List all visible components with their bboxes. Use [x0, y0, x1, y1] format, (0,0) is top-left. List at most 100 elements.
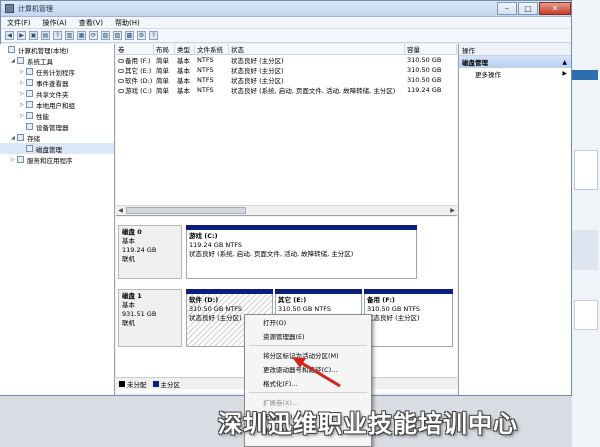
- window-title: 计算机管理: [18, 4, 53, 13]
- partition-bar: [364, 289, 453, 294]
- maximize-button[interactable]: □: [518, 2, 538, 15]
- tree-item[interactable]: ▷ 任务计划程序: [0, 66, 114, 77]
- tree-item[interactable]: 磁盘管理: [0, 143, 114, 154]
- partition-name: 备用 (F:): [367, 296, 395, 304]
- disk-label[interactable]: 磁盘 1 基本 931.51 GB 联机: [118, 289, 182, 347]
- unallocated-swatch: [119, 380, 125, 387]
- tree-item[interactable]: 计算机管理(本地): [0, 44, 114, 55]
- horizontal-scrollbar[interactable]: ◀ ▶: [116, 205, 457, 215]
- close-button[interactable]: ✕: [539, 2, 571, 15]
- collapse-icon[interactable]: ▲: [562, 59, 567, 66]
- tree-node-icon: [26, 101, 33, 108]
- tree-node-icon: [26, 68, 33, 75]
- table-cell: 基本: [177, 57, 190, 65]
- action-icon[interactable]: ▨: [113, 31, 122, 40]
- up-folder-icon[interactable]: ▣: [29, 31, 38, 40]
- properties-icon[interactable]: ▦: [77, 31, 86, 40]
- partition-c[interactable]: 游戏 (C:) 119.24 GB NTFS 状态良好 (系统, 启动, 页面文…: [186, 225, 417, 279]
- table-cell: NTFS: [197, 86, 214, 94]
- actions-section-label: 磁盘管理: [462, 59, 488, 67]
- menu-item[interactable]: 文件(F): [7, 18, 31, 28]
- table-cell: 软件 (D:): [116, 75, 154, 85]
- forward-icon[interactable]: ▶: [17, 31, 26, 40]
- column-header[interactable]: 卷: [116, 44, 154, 54]
- column-header[interactable]: 容量: [405, 44, 457, 54]
- tree-item[interactable]: 设备管理器: [0, 121, 114, 132]
- volume-list: 卷布局 类型 文件系统 状态 容量 备用 (F:) 简单 基本 NTFS 状态良好 (主分区) 3…: [116, 44, 457, 216]
- menu-item[interactable]: 帮助(H): [115, 18, 140, 28]
- tree-item-label: 本地用户和组: [36, 101, 75, 110]
- settings-icon[interactable]: ⚙: [137, 31, 146, 40]
- tree-node-icon: [17, 156, 24, 163]
- partition-state: 状态良好 (系统, 启动, 页面文件, 活动, 故障转储, 主分区): [189, 250, 354, 258]
- partition-name: 游戏 (C:): [189, 232, 218, 240]
- console-icon[interactable]: ▤: [41, 31, 50, 40]
- partition-size: 310.50 GB NTFS: [278, 305, 331, 313]
- disk-name: 磁盘 1: [122, 292, 142, 300]
- title-bar[interactable]: 计算机管理 – □ ✕: [1, 1, 571, 17]
- volume-icon: [118, 79, 124, 83]
- menu-item[interactable]: 查看(V): [79, 18, 103, 28]
- tree-item[interactable]: ▷ 共享文件夹: [0, 88, 114, 99]
- actions-pane: 操作 磁盘管理 ▲ 更多操作 ▶: [458, 44, 571, 395]
- more-actions-link[interactable]: 更多操作 ▶: [459, 68, 571, 79]
- table-row[interactable]: 软件 (D:) 简单 基本 NTFS 状态良好 (主分区) 310.50 GB: [116, 75, 457, 85]
- column-header[interactable]: 类型: [175, 44, 195, 54]
- export-icon[interactable]: ▧: [101, 31, 110, 40]
- column-header[interactable]: 布局: [154, 44, 175, 54]
- help-icon[interactable]: ?: [53, 31, 62, 40]
- tree-node-icon: [17, 134, 24, 141]
- actions-section-disk-management[interactable]: 磁盘管理 ▲: [459, 56, 571, 68]
- tree-item-label: 磁盘管理: [36, 145, 62, 154]
- volume-table-header: 卷布局 类型 文件系统 状态 容量: [116, 44, 457, 55]
- partition-bar: [275, 289, 362, 294]
- column-header[interactable]: 状态: [229, 44, 405, 54]
- disk-size: 119.24 GB: [122, 246, 157, 254]
- disk-name: 磁盘 0: [122, 228, 142, 236]
- tree-item-label: 系统工具: [27, 57, 53, 66]
- disk-status: 联机: [122, 255, 135, 263]
- tree-item-label: 性能: [36, 112, 49, 121]
- partition-f[interactable]: 备用 (F:) 310.50 GB NTFS 状态良好 (主分区): [364, 289, 453, 347]
- partition-state: 状态良好 (主分区): [367, 314, 420, 322]
- watermark-text: 深圳迅维职业技能培训中心: [218, 410, 518, 438]
- table-row[interactable]: 其它 (E:) 简单 基本 NTFS 状态良好 (主分区) 310.50 GB: [116, 65, 457, 75]
- menu-bar: 文件(F) 操作(A) 查看(V) 帮助(H): [1, 17, 571, 29]
- disk-type: 基本: [122, 301, 135, 309]
- menu-item[interactable]: 操作(A): [43, 18, 67, 28]
- tree-item[interactable]: ◢ 存储: [0, 132, 114, 143]
- back-icon[interactable]: ◀: [5, 31, 14, 40]
- volume-icon: [118, 89, 124, 93]
- table-row[interactable]: 游戏 (C:) 简单 基本 NTFS 状态良好 (系统, 启动, 页面文件, 活动, 故…: [116, 85, 457, 95]
- partition-size: 119.24 GB NTFS: [189, 241, 242, 249]
- chevron-right-icon: ▶: [562, 70, 567, 77]
- window-controls: – □ ✕: [496, 2, 571, 15]
- partition-name: 其它 (E:): [278, 296, 307, 304]
- context-menu-item[interactable]: 资源管理器(E): [245, 329, 371, 343]
- scroll-right-icon[interactable]: ▶: [448, 206, 457, 215]
- help2-icon[interactable]: ?: [149, 31, 158, 40]
- table-row[interactable]: 备用 (F:) 简单 基本 NTFS 状态良好 (主分区) 310.50 GB: [116, 55, 457, 65]
- tree-item[interactable]: ▷ 性能: [0, 110, 114, 121]
- table-cell: 119.24 GB: [407, 86, 442, 94]
- scroll-left-icon[interactable]: ◀: [116, 206, 125, 215]
- tree-item-label: 设备管理器: [36, 123, 69, 132]
- volume-icon: [118, 59, 124, 63]
- scroll-thumb[interactable]: [126, 207, 246, 214]
- tree-item[interactable]: ◢ 系统工具: [0, 55, 114, 66]
- table-cell: 备用 (F:): [116, 55, 154, 65]
- list-icon[interactable]: ▥: [65, 31, 74, 40]
- context-menu-item[interactable]: 打开(O): [245, 315, 371, 329]
- disk-type: 基本: [122, 237, 135, 245]
- disk-label[interactable]: 磁盘 0 基本 119.24 GB 联机: [118, 225, 182, 279]
- tree-item[interactable]: ▷ 本地用户和组: [0, 99, 114, 110]
- tree-item[interactable]: ▷ 服务和应用程序: [0, 154, 114, 165]
- table-cell: 游戏 (C:): [116, 85, 154, 95]
- minimize-button[interactable]: –: [497, 2, 517, 15]
- grid-icon[interactable]: ▩: [125, 31, 134, 40]
- refresh-icon[interactable]: ⟳: [89, 31, 98, 40]
- table-cell: 其它 (E:): [116, 65, 154, 75]
- tree-item[interactable]: ▷ 事件查看器: [0, 77, 114, 88]
- column-header[interactable]: 文件系统: [195, 44, 229, 54]
- tree-node-icon: [26, 79, 33, 86]
